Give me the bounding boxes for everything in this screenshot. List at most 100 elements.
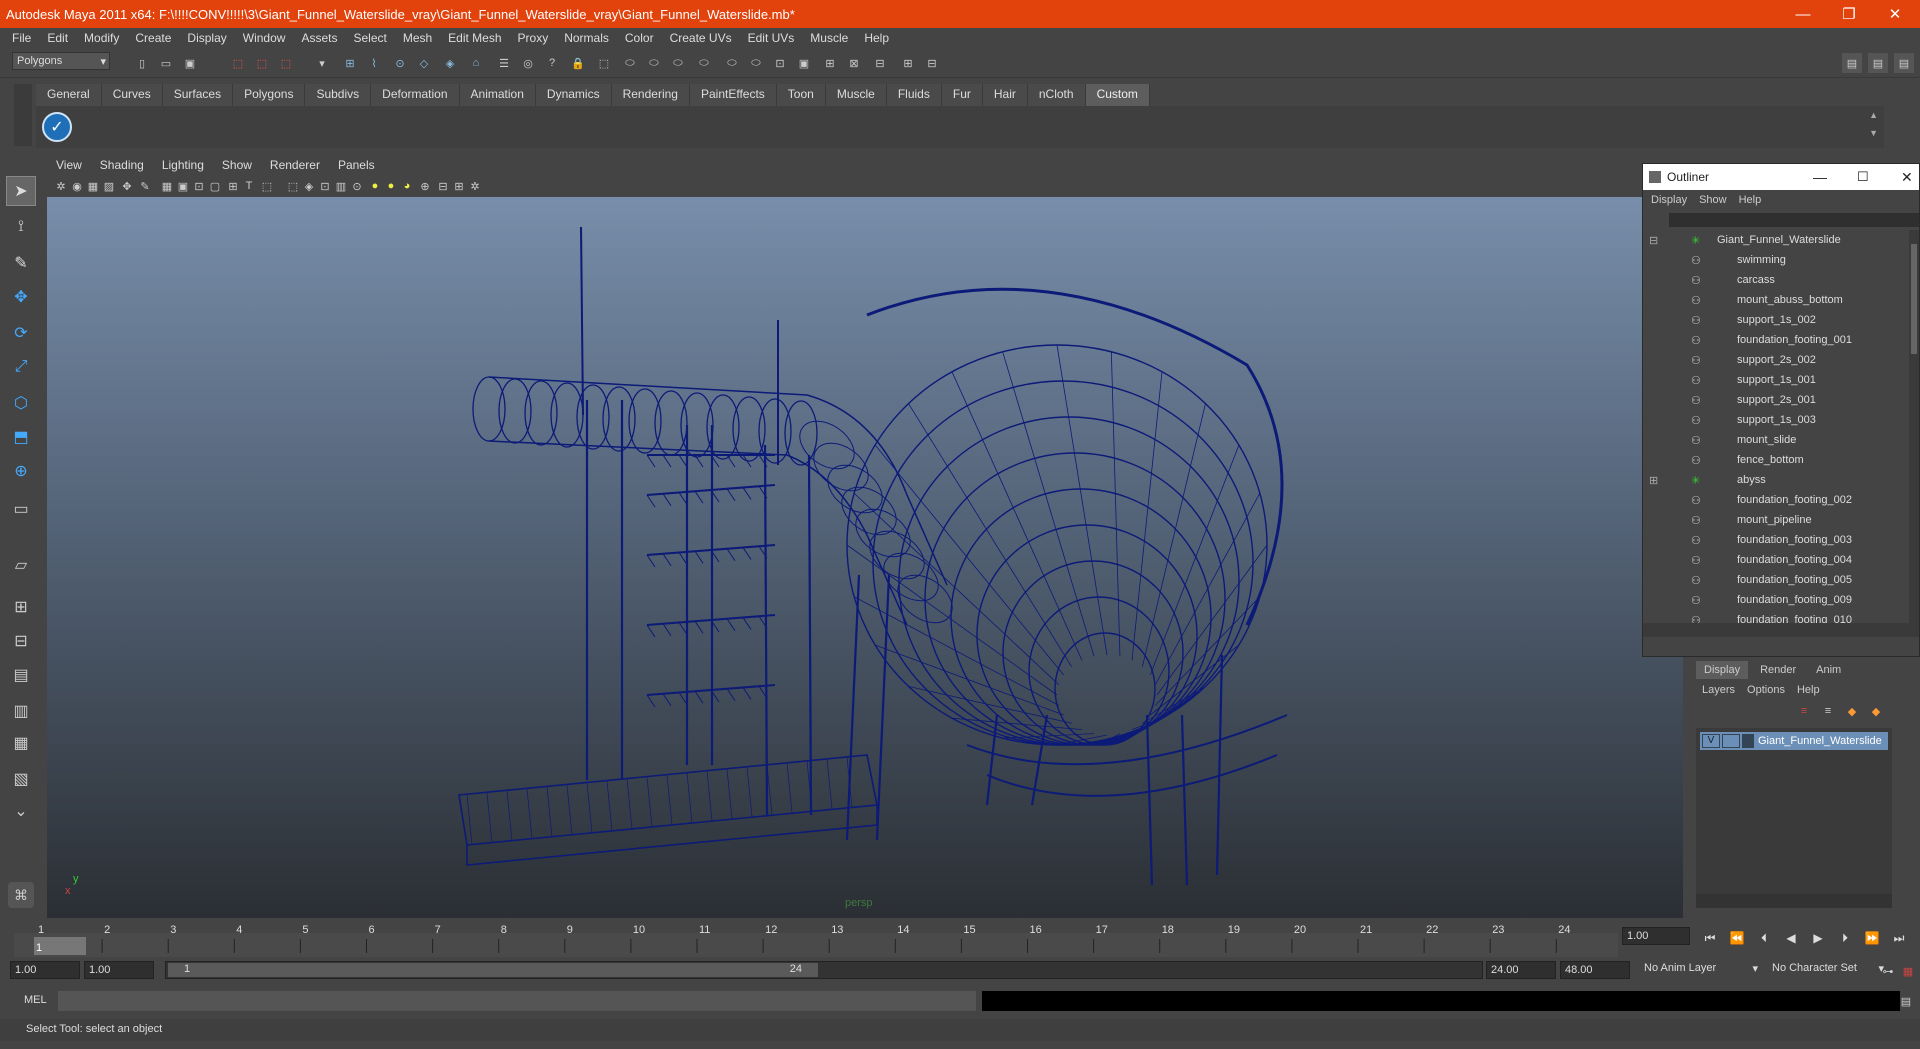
tab-rendering[interactable]: Rendering [611,84,690,106]
menu-icon[interactable]: ▾ [312,53,332,73]
menu-muscle[interactable]: Muscle [802,31,856,45]
shadows-icon[interactable]: ◕ [399,176,415,196]
outliner-item[interactable]: ⚇ mount_abuss_bottom [1643,290,1919,310]
script-editor-icon[interactable]: ▤ [1896,991,1916,1011]
start-time-field[interactable]: 1.00 [10,961,80,979]
outliner-menu-display[interactable]: Display [1651,194,1687,206]
menu-edit-uvs[interactable]: Edit UVs [740,31,803,45]
expand-icon[interactable]: ⊞ [1649,474,1658,487]
render-icon[interactable]: ⊡ [770,53,790,73]
layer-row[interactable]: V Giant_Funnel_Waterslide [1700,732,1888,750]
select-hierarchy-icon[interactable]: ⬚ [228,53,248,73]
menu-file[interactable]: File [4,31,39,45]
select-object-icon[interactable]: ⬚ [252,53,272,73]
all-lights-icon[interactable]: ● [383,176,399,196]
outliner-item[interactable]: ⚇ foundation_footing_010 [1643,610,1919,623]
vp-menu-renderer[interactable]: Renderer [261,158,329,172]
outliner-item[interactable]: ⚇ foundation_footing_005 [1643,570,1919,590]
menu-mesh[interactable]: Mesh [395,31,440,45]
deformer-icon[interactable]: ⬭ [722,53,742,73]
outliner-item[interactable]: ⚇ foundation_footing_003 [1643,530,1919,550]
time-slider-track[interactable] [14,933,1618,957]
restore-button[interactable]: ❐ [1826,0,1872,28]
two-view-icon[interactable]: ⊟ [6,626,36,656]
2d-pan-icon[interactable]: ✥ [119,176,135,196]
tab-subdivs[interactable]: Subdivs [305,84,372,106]
tab-fur[interactable]: Fur [941,84,983,106]
soft-mod-icon[interactable]: ⬒ [6,422,36,452]
menu-display[interactable]: Display [179,31,234,45]
snap-curve-icon[interactable]: ⌇ [364,53,384,73]
outliner-item[interactable]: ⊟ ✳ Giant_Funnel_Waterslide [1643,230,1919,250]
flat-shade-icon[interactable]: ⊡ [317,176,333,196]
outliner-item[interactable]: ⚇ foundation_footing_001 [1643,330,1919,350]
ipr-icon[interactable]: ⊠ [844,53,864,73]
help-icon[interactable]: ? [542,53,562,73]
move-tool-icon[interactable]: ✥ [6,282,36,312]
new-scene-icon[interactable]: ▯ [132,53,152,73]
outliner-item[interactable]: ⊞ ✳ abyss [1643,470,1919,490]
layer-hscrollbar[interactable] [1696,894,1892,908]
vp-menu-view[interactable]: View [47,158,91,172]
render-view-icon[interactable]: ▣ [794,53,814,73]
backface-icon[interactable]: ✲ [467,176,483,196]
outliner-item[interactable]: ⚇ foundation_footing_009 [1643,590,1919,610]
mode-selector[interactable]: Polygons ▾ [12,52,110,70]
default-light-icon[interactable]: ● [367,176,383,196]
layer-tab-render[interactable]: Render [1748,661,1808,679]
outliner-item[interactable]: ⚇ mount_slide [1643,430,1919,450]
rotate-tool-icon[interactable]: ⟳ [6,318,36,348]
menu-modify[interactable]: Modify [76,31,127,45]
ik-handle-icon[interactable]: ⬭ [620,53,640,73]
outliner-close-button[interactable]: ✕ [1901,169,1913,186]
open-scene-icon[interactable]: ▭ [156,53,176,73]
wireframe-icon[interactable]: ⬚ [285,176,301,196]
four-view-icon[interactable]: ⊞ [6,592,36,622]
gate-mask-icon[interactable]: ▢ [207,176,223,196]
show-manipulator-icon[interactable]: ⊕ [6,456,36,486]
bounding-box-icon[interactable]: ▥ [333,176,349,196]
step-forward-frame-icon[interactable]: ⏵ [1835,928,1855,948]
xray-icon[interactable]: ⊟ [435,176,451,196]
close-button[interactable]: ✕ [1872,0,1918,28]
snap-point-icon[interactable]: ⊙ [390,53,410,73]
outliner-hscrollbar[interactable] [1643,623,1919,637]
safe-action-icon[interactable]: T [241,176,257,196]
viewport-persp[interactable]: persp y x [47,155,1683,918]
more-layouts-icon[interactable]: ⌄ [6,796,36,826]
tab-polygons[interactable]: Polygons [233,84,306,106]
hypershade-view-icon[interactable]: ▧ [6,764,36,794]
end-time-field[interactable]: 48.00 [1560,961,1630,979]
outliner-item[interactable]: ⚇ support_1s_003 [1643,410,1919,430]
menu-edit-mesh[interactable]: Edit Mesh [440,31,509,45]
select-tool-icon[interactable]: ➤ [6,176,36,206]
menu-create-uvs[interactable]: Create UVs [662,31,740,45]
range-slider-handle[interactable]: 1 24 [168,963,818,977]
tab-dynamics[interactable]: Dynamics [535,84,612,106]
outliner-menu-help[interactable]: Help [1739,194,1762,206]
xray-joint-icon[interactable]: ⊞ [451,176,467,196]
outliner-maximize-button[interactable]: ☐ [1857,169,1869,185]
outliner-item[interactable]: ⚇ swimming [1643,250,1919,270]
minimize-button[interactable]: — [1780,0,1826,28]
tab-toon[interactable]: Toon [776,84,826,106]
render-settings-icon[interactable]: ⊟ [870,53,890,73]
anim-layer-dropdown[interactable]: No Anim Layer ▾ [1644,962,1760,980]
layer-add-selected-icon[interactable]: ◆ [1842,701,1862,721]
camera-select-icon[interactable]: ✲ [53,176,69,196]
vp-menu-show[interactable]: Show [213,158,261,172]
persp-graph-icon[interactable]: ▦ [6,728,36,758]
vp-menu-panels[interactable]: Panels [329,158,384,172]
outliner-item[interactable]: ⚇ fence_bottom [1643,450,1919,470]
field-chart-icon[interactable]: ⊞ [225,176,241,196]
show-render-icon[interactable]: ⊟ [922,53,942,73]
vp-menu-lighting[interactable]: Lighting [153,158,213,172]
command-input[interactable] [58,991,976,1011]
menu-edit[interactable]: Edit [39,31,76,45]
checkmark-shelf-icon[interactable]: ✓ [42,112,72,142]
outliner-item[interactable]: ⚇ support_1s_001 [1643,370,1919,390]
tab-ncloth[interactable]: nCloth [1027,84,1086,106]
layer-delete-icon[interactable]: ≡ [1794,701,1814,721]
shelf-scroll-up-icon[interactable]: ▲ [1869,110,1878,120]
character-set-dropdown[interactable]: No Character Set ▾ [1772,962,1884,980]
